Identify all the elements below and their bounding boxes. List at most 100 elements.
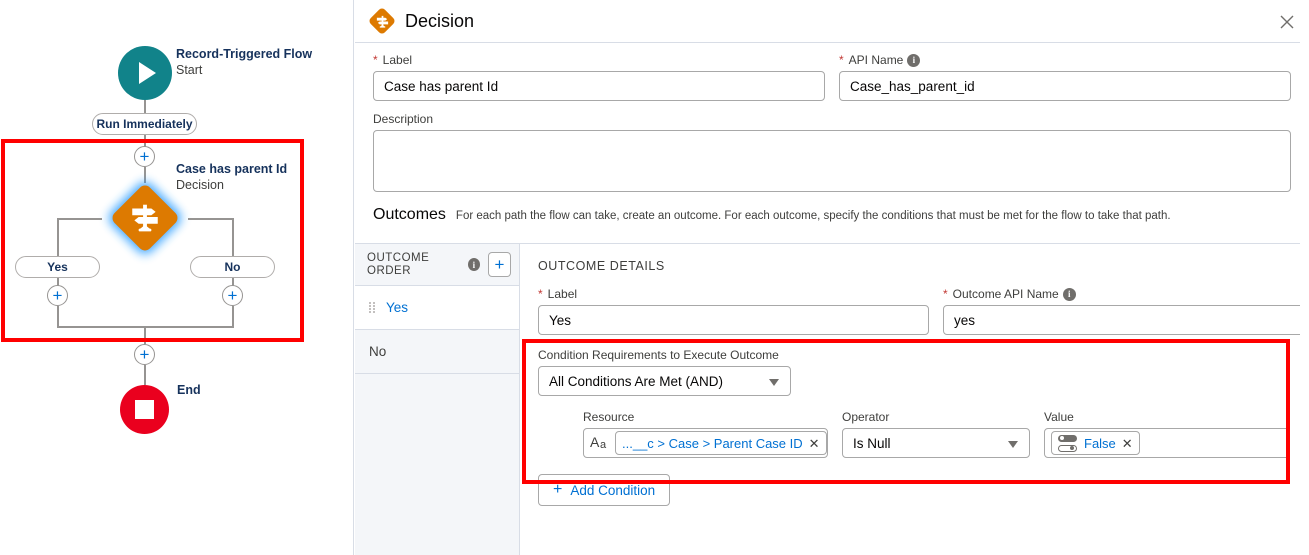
value-token[interactable]: False ✕ <box>1051 431 1140 455</box>
text-type-icon: Aa <box>590 435 609 452</box>
description-field-label: Description <box>373 112 1291 126</box>
chevron-down-icon <box>769 379 779 386</box>
flow-canvas[interactable]: Record-Triggered Flow Start Run Immediat… <box>0 0 354 555</box>
close-icon[interactable]: ✕ <box>809 437 820 450</box>
run-immediately-pill[interactable]: Run Immediately <box>92 113 197 135</box>
value-label: Value <box>1044 410 1290 424</box>
chevron-down-icon <box>1008 441 1018 448</box>
api-name-text: API Name <box>849 53 904 67</box>
connector-line <box>232 218 234 257</box>
decision-node-subtitle: Decision <box>176 177 287 193</box>
boolean-type-icon <box>1058 435 1078 452</box>
outcome-label-input[interactable] <box>538 305 929 335</box>
info-icon[interactable]: i <box>1063 288 1076 301</box>
outcome-api-name-field-label: * Outcome API Name i <box>943 287 1309 301</box>
required-asterisk: * <box>538 287 543 301</box>
add-condition-button[interactable]: + Add Condition <box>538 474 670 506</box>
branch-pill-no[interactable]: No <box>190 256 275 278</box>
label-text: Label <box>383 53 412 67</box>
start-node-title: Record-Triggered Flow <box>176 46 312 62</box>
outcome-api-name-field-group: * Outcome API Name i <box>943 287 1309 335</box>
criteria-row: Resource Aa ...__c > Case > Parent Case … <box>538 410 1309 458</box>
play-icon <box>139 62 156 84</box>
operator-column: Operator Is Null <box>842 410 1030 458</box>
add-element-button-no[interactable]: + <box>222 285 243 306</box>
outcome-list-item-label: Yes <box>386 300 408 315</box>
end-node-label: End <box>177 382 201 398</box>
decision-diamond-icon <box>369 8 395 34</box>
label-field-label: * Label <box>373 53 825 67</box>
outcomes-title: Outcomes <box>373 206 446 224</box>
condition-requirements-group: Condition Requirements to Execute Outcom… <box>538 348 1309 396</box>
outcome-api-name-input[interactable] <box>943 305 1309 335</box>
close-icon[interactable] <box>1277 12 1297 32</box>
label-field-group: * Label <box>373 53 825 101</box>
add-condition-label: Add Condition <box>570 483 655 498</box>
value-combobox[interactable]: False ✕ <box>1044 428 1290 458</box>
end-node-title: End <box>177 382 201 398</box>
outcome-label-field-group: * Label <box>538 287 929 335</box>
start-node-label: Record-Triggered Flow Start <box>176 46 312 78</box>
add-element-button[interactable]: + <box>134 146 155 167</box>
drag-handle-icon[interactable] <box>369 302 376 314</box>
connector-line <box>144 365 146 385</box>
connector-line <box>145 326 234 328</box>
connector-line <box>188 218 234 220</box>
description-textarea[interactable] <box>373 130 1291 192</box>
info-icon[interactable]: i <box>907 54 920 67</box>
panel-header: Decision <box>355 0 1309 43</box>
outcome-list-item-no[interactable]: No <box>355 330 519 374</box>
panel-scrollbar[interactable] <box>1300 0 1309 555</box>
outcome-details-title: OUTCOME DETAILS <box>538 259 1309 273</box>
description-text: Description <box>373 112 433 126</box>
outcome-list-item-label: No <box>369 344 386 359</box>
api-name-field-group: * API Name i <box>839 53 1291 101</box>
outcome-label-text: Label <box>548 287 577 301</box>
resource-combobox[interactable]: Aa ...__c > Case > Parent Case ID ✕ <box>583 428 828 458</box>
operator-select[interactable]: Is Null <box>842 428 1030 458</box>
connector-line <box>232 306 234 327</box>
connector-line <box>144 327 146 344</box>
resource-label: Resource <box>583 410 828 424</box>
outcome-order-panel: OUTCOME ORDER i + Yes No <box>355 244 520 555</box>
outcome-label-field-label: * Label <box>538 287 929 301</box>
decision-properties-panel: Decision * Label * API Name <box>355 0 1309 555</box>
outcome-order-title: OUTCOME ORDER <box>367 252 468 278</box>
operator-value: Is Null <box>853 436 891 451</box>
resource-token-text: ...__c > Case > Parent Case ID <box>622 436 803 451</box>
required-asterisk: * <box>839 53 844 67</box>
close-icon[interactable]: ✕ <box>1122 437 1133 450</box>
api-name-input[interactable] <box>839 71 1291 101</box>
decision-node[interactable] <box>108 181 182 255</box>
flow-end-node[interactable] <box>120 385 169 434</box>
info-icon[interactable]: i <box>468 258 480 271</box>
operator-label: Operator <box>842 410 1030 424</box>
connector-line <box>144 100 146 114</box>
condition-requirements-select[interactable]: All Conditions Are Met (AND) <box>538 366 791 396</box>
resource-column: Resource Aa ...__c > Case > Parent Case … <box>583 410 828 458</box>
connector-line <box>57 218 59 257</box>
required-asterisk: * <box>373 53 378 67</box>
value-token-text: False <box>1084 436 1116 451</box>
add-element-button-end[interactable]: + <box>134 344 155 365</box>
connector-line <box>57 218 102 220</box>
decision-node-title: Case has parent Id <box>176 161 287 177</box>
condition-requirements-value: All Conditions Are Met (AND) <box>549 374 723 389</box>
outcome-label-api-row: * Label * Outcome API Name i <box>538 287 1309 335</box>
label-input[interactable] <box>373 71 825 101</box>
add-outcome-button[interactable]: + <box>488 252 511 277</box>
description-field-group: Description <box>373 112 1291 197</box>
outcome-api-name-text: Outcome API Name <box>953 287 1059 301</box>
resource-token[interactable]: ...__c > Case > Parent Case ID ✕ <box>615 431 827 455</box>
outcome-list-item-yes[interactable]: Yes <box>355 286 519 330</box>
connector-line <box>57 326 145 328</box>
plus-icon: + <box>553 482 562 498</box>
decision-node-label: Case has parent Id Decision <box>176 161 287 193</box>
flow-start-node[interactable] <box>118 46 172 100</box>
outcome-list-empty-space <box>355 374 519 555</box>
branch-pill-yes[interactable]: Yes <box>15 256 100 278</box>
decision-form: * Label * API Name i Description <box>355 43 1309 197</box>
add-element-button-yes[interactable]: + <box>47 285 68 306</box>
connector-line <box>57 306 59 327</box>
outcomes-subtitle: For each path the flow can take, create … <box>456 210 1171 222</box>
